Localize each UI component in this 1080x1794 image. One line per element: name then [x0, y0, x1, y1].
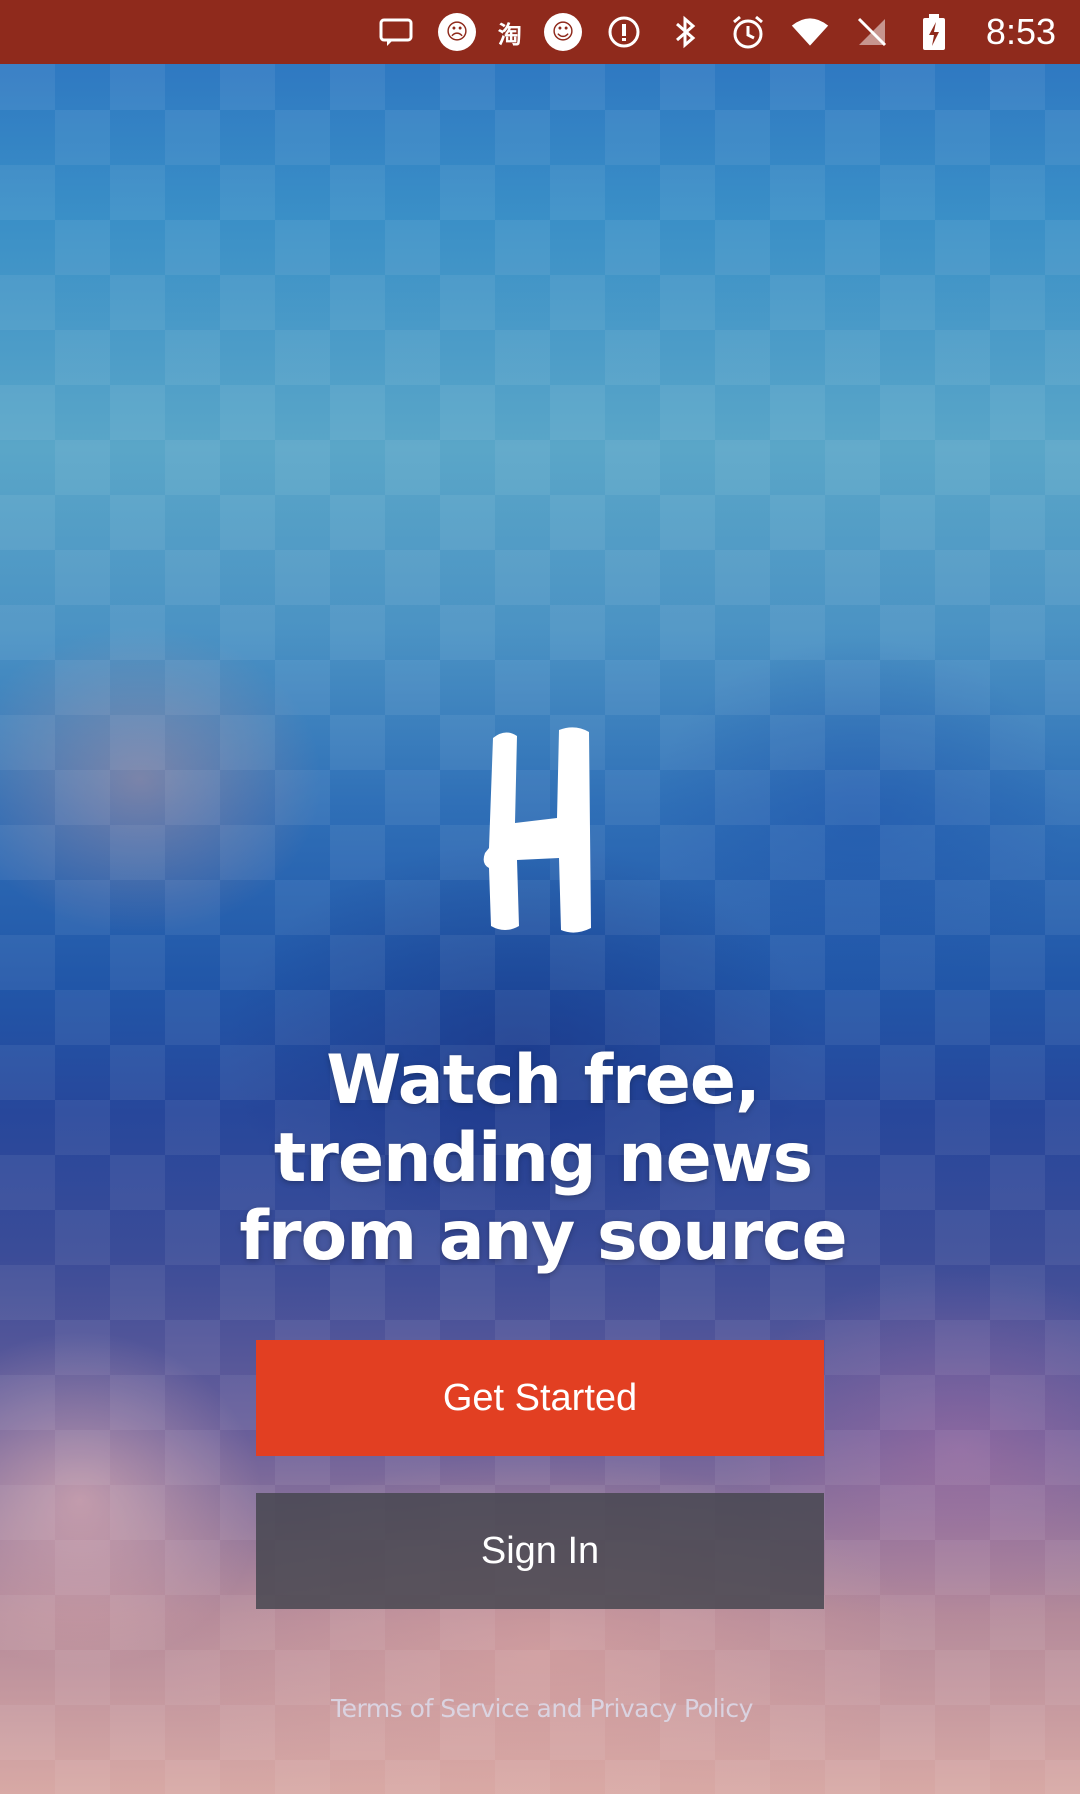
- status-icons: ☹ 淘 ☺ 8:53: [376, 11, 1056, 53]
- info-icon: [604, 12, 644, 52]
- emoji-icon: ☹: [437, 13, 476, 51]
- alarm-icon: [728, 12, 768, 52]
- bluetooth-icon: [666, 12, 706, 52]
- smiley-icon: ☺: [543, 13, 582, 51]
- taobao-icon: 淘: [497, 20, 522, 49]
- wifi-icon: [790, 12, 830, 52]
- no-sim-icon: [852, 12, 892, 52]
- app-screen: ☹ 淘 ☺ 8:53 Watch free, trending news fro…: [0, 0, 1080, 1794]
- headline: Watch free, trending news from any sourc…: [239, 1041, 847, 1276]
- get-started-button[interactable]: Get Started: [256, 1340, 824, 1456]
- message-icon: [376, 12, 416, 52]
- brand-logo-icon: [470, 715, 610, 940]
- status-time: 8:53: [985, 11, 1056, 52]
- status-bar: ☹ 淘 ☺ 8:53: [0, 0, 1080, 64]
- terms-link[interactable]: Terms of Service and Privacy Policy: [312, 1694, 772, 1723]
- battery-charging-icon: [914, 12, 954, 52]
- sign-in-button[interactable]: Sign In: [256, 1493, 824, 1609]
